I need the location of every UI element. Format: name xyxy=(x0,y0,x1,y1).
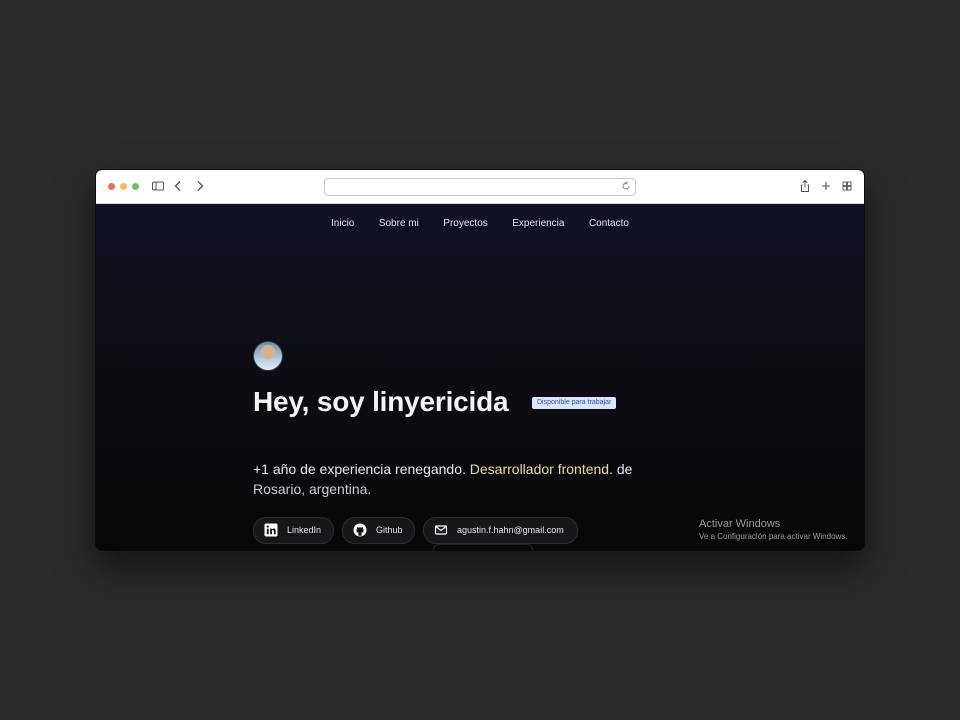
hero-bio: +1 año de experiencia renegando. Desarro… xyxy=(253,459,673,499)
sidebar-icon[interactable] xyxy=(151,179,165,193)
nav-item-proyectos[interactable]: Proyectos xyxy=(443,218,487,229)
browser-toolbar xyxy=(96,170,864,204)
minimize-window-button[interactable] xyxy=(120,183,127,190)
reload-icon[interactable] xyxy=(621,181,631,191)
nav-item-experiencia[interactable]: Experiencia xyxy=(512,218,564,229)
github-icon xyxy=(353,523,367,537)
bio-intro: +1 año de experiencia renegando. xyxy=(253,461,470,477)
github-label: Github xyxy=(376,525,403,535)
linkedin-label: LinkedIn xyxy=(287,525,322,535)
nav-item-contacto[interactable]: Contacto xyxy=(589,218,629,229)
close-window-button[interactable] xyxy=(108,183,115,190)
activation-title: Activar Windows xyxy=(699,518,781,530)
browser-window: Inicio Sobre mi Proyectos Experiencia Co… xyxy=(96,170,864,550)
bio-connector: de xyxy=(612,461,633,477)
activation-subtitle: Ve a Configuración para activar Windows. xyxy=(699,532,848,541)
nav-item-inicio[interactable]: Inicio xyxy=(331,218,354,229)
zoom-window-button[interactable] xyxy=(132,183,139,190)
new-tab-icon[interactable] xyxy=(819,179,833,193)
portfolio-page: Inicio Sobre mi Proyectos Experiencia Co… xyxy=(96,204,864,550)
github-button[interactable]: Github xyxy=(342,517,415,544)
partial-button xyxy=(433,544,533,550)
email-label: agustin.f.hahn@gmail.com xyxy=(457,525,564,535)
tab-overview-icon[interactable] xyxy=(840,179,854,193)
back-icon[interactable] xyxy=(171,179,185,193)
main-nav: Inicio Sobre mi Proyectos Experiencia Co… xyxy=(96,213,864,231)
linkedin-button[interactable]: LinkedIn xyxy=(253,517,334,544)
avatar xyxy=(253,341,283,371)
bio-highlight: Desarrollador frontend. xyxy=(469,461,613,477)
hero-title: Hey, soy linyericida xyxy=(253,386,509,417)
linkedin-icon xyxy=(264,523,278,537)
mail-icon xyxy=(434,523,448,537)
windows-activation-notice: Activar Windows Ve a Configuración para … xyxy=(699,517,848,543)
share-icon[interactable] xyxy=(798,179,812,193)
address-bar[interactable] xyxy=(324,178,636,196)
forward-icon[interactable] xyxy=(193,179,207,193)
email-button[interactable]: agustin.f.hahn@gmail.com xyxy=(423,517,578,544)
bio-location: Rosario, argentina. xyxy=(253,481,372,497)
availability-badge: Disponible para trabajar xyxy=(532,397,617,409)
nav-item-sobre-mi[interactable]: Sobre mi xyxy=(379,218,419,229)
